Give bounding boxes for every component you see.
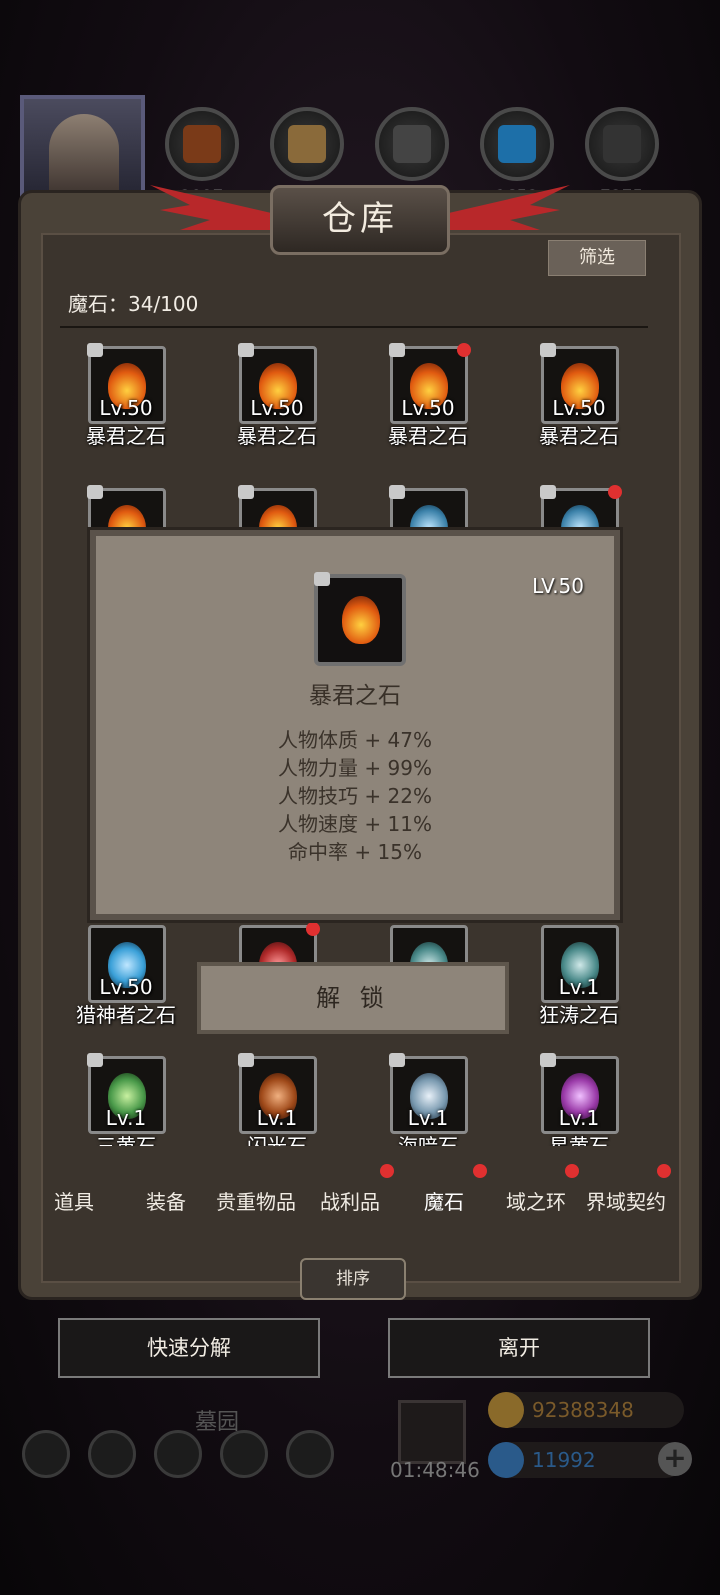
item-name: 星黄石 — [549, 1134, 609, 1146]
lock-icon — [540, 343, 556, 357]
gem-value: 11992 — [532, 1448, 596, 1472]
item-level: Lv.1 — [256, 1106, 298, 1130]
lock-icon — [87, 485, 103, 499]
gift-timer: 01:48:46 — [390, 1458, 480, 1482]
tab-valuables[interactable]: 贵重物品 — [216, 1186, 296, 1215]
stone-item[interactable]: Lv.1 狂涛之石 — [504, 925, 654, 1055]
stat-line: 人物体质 + 47% — [278, 728, 432, 752]
item-level: Lv.50 — [250, 396, 304, 420]
menu-icon[interactable] — [154, 1430, 202, 1478]
notification-dot — [306, 922, 320, 936]
tab-loot[interactable]: 战利品 — [320, 1186, 380, 1215]
area-title: 墓园 — [195, 1410, 240, 1435]
filter-button[interactable]: 筛选 — [548, 240, 646, 276]
notification-dot — [473, 1164, 487, 1178]
lock-icon — [389, 485, 405, 499]
item-name: 狂涛之石 — [539, 1003, 619, 1027]
notification-dot — [657, 1164, 671, 1178]
item-name: 海喑石 — [398, 1134, 458, 1146]
lock-icon — [238, 1053, 254, 1067]
stat-line: 命中率 + 15% — [288, 840, 422, 864]
gold-value: 92388348 — [532, 1398, 634, 1422]
item-detail-popup: LV.50 暴君之石 人物体质 + 47% 人物力量 + 99% 人物技巧 + … — [90, 530, 620, 920]
player-avatar[interactable] — [20, 95, 145, 205]
stat-line: 人物速度 + 11% — [278, 812, 432, 836]
tab-magic-stones[interactable]: 魔石 — [424, 1186, 464, 1215]
menu-icon[interactable] — [220, 1430, 268, 1478]
right-wing-ornament — [440, 185, 570, 230]
popup-stats: 人物体质 + 47% 人物力量 + 99% 人物技巧 + 22% 人物速度 + … — [96, 726, 614, 866]
item-level: Lv.50 — [401, 396, 455, 420]
notification-dot — [565, 1164, 579, 1178]
stone-item[interactable]: Lv.50 猎神者之石 — [51, 925, 201, 1055]
item-name: 暴君之石 — [539, 424, 619, 448]
tab-items[interactable]: 道具 — [54, 1186, 94, 1215]
popup-item-icon — [314, 572, 406, 666]
notification-dot — [380, 1164, 394, 1178]
popup-item-name: 暴君之石 — [309, 683, 401, 709]
item-name: 三黄石 — [96, 1134, 156, 1146]
item-name: 闪光石 — [247, 1134, 307, 1146]
item-level: Lv.50 — [99, 975, 153, 999]
menu-icon[interactable] — [88, 1430, 136, 1478]
lock-icon — [389, 1053, 405, 1067]
lock-icon — [87, 343, 103, 357]
unlock-button[interactable]: 解 锁 — [197, 962, 509, 1034]
category-tabs: 道具 装备 贵重物品 战利品 魔石 域之环 界域契约 — [30, 1164, 690, 1236]
leave-button[interactable]: 离开 — [388, 1318, 650, 1378]
stone-item[interactable]: Lv.50 暴君之石 — [51, 343, 201, 476]
gem-display: 11992 — [488, 1442, 684, 1478]
popup-level: LV.50 — [532, 574, 584, 598]
lock-icon — [389, 343, 405, 357]
item-level: Lv.1 — [558, 975, 600, 999]
add-gems-button[interactable]: + — [658, 1442, 692, 1476]
item-level: Lv.1 — [105, 1106, 147, 1130]
left-wing-ornament — [150, 185, 280, 230]
stat-line: 人物技巧 + 22% — [278, 784, 432, 808]
divider — [60, 326, 648, 328]
item-name: 猎神者之石 — [76, 1003, 176, 1027]
item-level: Lv.50 — [99, 396, 153, 420]
gem-icon — [488, 1442, 524, 1478]
item-name: 暴君之石 — [388, 424, 468, 448]
wood-icon[interactable] — [270, 107, 344, 181]
tab-domain-ring[interactable]: 域之环 — [506, 1186, 566, 1215]
stat-line: 人物力量 + 99% — [278, 756, 432, 780]
lock-icon — [87, 1053, 103, 1067]
sausage-icon[interactable] — [165, 107, 239, 181]
page-title: 仓库 — [270, 185, 450, 255]
notification-dot — [457, 343, 471, 357]
crystal-icon[interactable] — [480, 107, 554, 181]
item-name: 暴君之石 — [237, 424, 317, 448]
stone-item[interactable]: Lv.50 暴君之石 — [504, 343, 654, 476]
stone-item[interactable]: Lv.50 暴君之石 — [202, 343, 352, 476]
stone-count: 魔石：34/100 — [68, 292, 199, 316]
tab-equipment[interactable]: 装备 — [146, 1186, 186, 1215]
tab-realm-contract[interactable]: 界域契约 — [586, 1186, 666, 1215]
quick-decompose-button[interactable]: 快速分解 — [58, 1318, 320, 1378]
stone-item[interactable]: Lv.50 暴君之石 — [353, 343, 503, 476]
menu-icon[interactable] — [22, 1430, 70, 1478]
notification-dot — [608, 485, 622, 499]
iron-icon[interactable] — [375, 107, 449, 181]
lock-icon — [238, 343, 254, 357]
ore-icon[interactable] — [585, 107, 659, 181]
gold-icon — [488, 1392, 524, 1428]
lock-icon — [314, 572, 330, 586]
lock-icon — [540, 1053, 556, 1067]
item-name: 暴君之石 — [86, 424, 166, 448]
gold-display: 92388348 — [488, 1392, 684, 1428]
sort-button[interactable]: 排序 — [300, 1258, 406, 1300]
gift-icon[interactable] — [398, 1400, 466, 1464]
item-level: Lv.1 — [558, 1106, 600, 1130]
lock-icon — [540, 485, 556, 499]
item-level: Lv.50 — [552, 396, 606, 420]
item-level: Lv.1 — [407, 1106, 449, 1130]
lock-icon — [238, 485, 254, 499]
menu-icon[interactable] — [286, 1430, 334, 1478]
